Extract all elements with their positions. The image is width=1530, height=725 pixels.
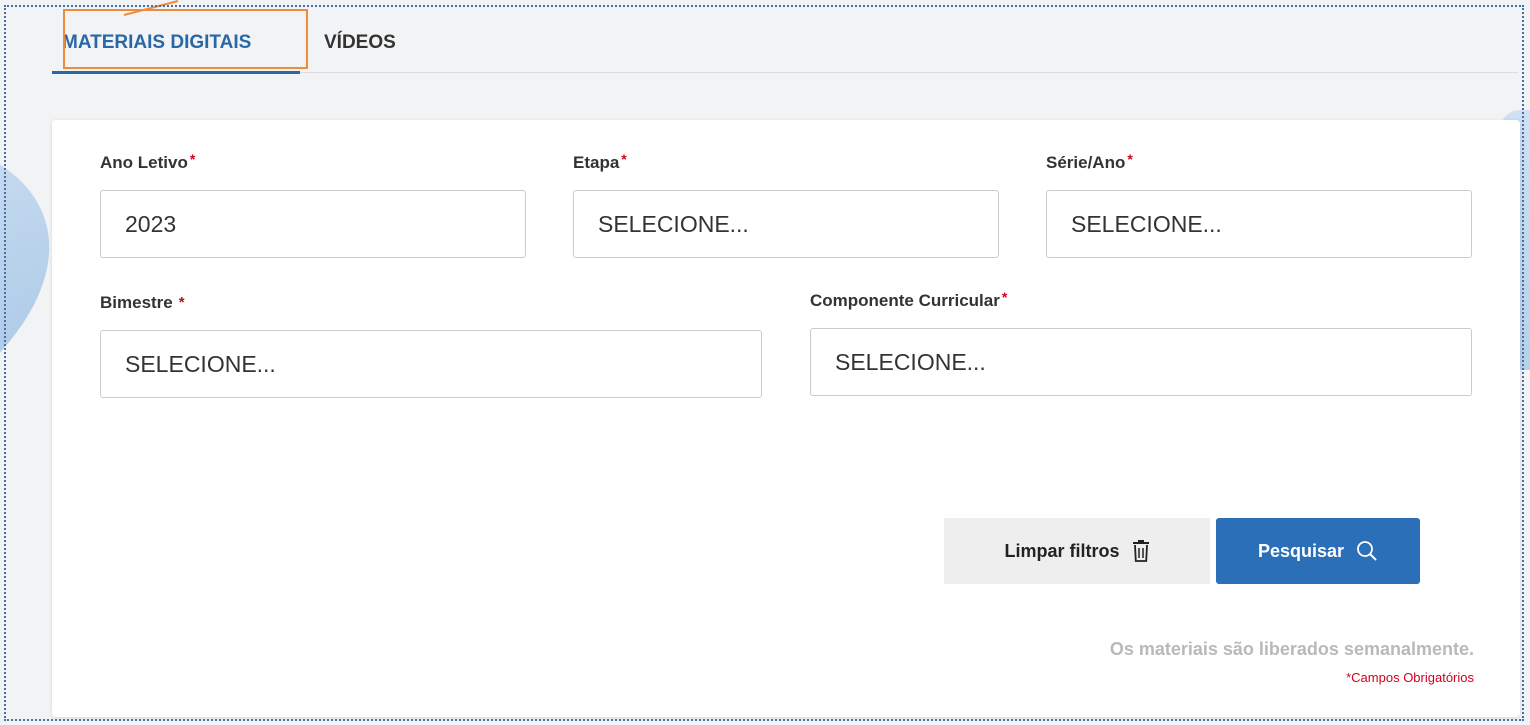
active-tab-indicator	[52, 71, 300, 74]
ano-letivo-label: Ano Letivo *	[100, 151, 196, 172]
tab-materiais-digitais[interactable]: MATERIAIS DIGITAIS	[52, 14, 300, 74]
tab-videos-label: VÍDEOS	[324, 32, 396, 53]
required-mark: *	[621, 151, 627, 167]
required-mark: *	[189, 151, 196, 167]
serie-ano-select[interactable]: SELECIONE...	[1046, 190, 1472, 258]
clear-filters-label: Limpar filtros	[1004, 540, 1120, 561]
serie-ano-label: Série/Ano *	[1046, 151, 1133, 172]
trash-icon	[1132, 540, 1149, 562]
search-button-label: Pesquisar	[1257, 540, 1345, 561]
etapa-select[interactable]: SELECIONE...	[573, 190, 999, 258]
componente-curricular-value: SELECIONE...	[835, 349, 986, 375]
componente-curricular-label: Componente Curricular *	[810, 289, 1008, 310]
tab-materiais-digitais-label: MATERIAIS DIGITAIS	[62, 32, 252, 53]
ano-letivo-select[interactable]: 2023	[100, 190, 526, 258]
required-mark: *	[1001, 289, 1008, 305]
required-mark: *	[178, 294, 185, 311]
required-mark: *	[1127, 151, 1133, 167]
weekly-release-note: Os materiais são liberados semanalmente.	[1109, 639, 1474, 659]
serie-ano-value: SELECIONE...	[1071, 211, 1222, 237]
bimestre-value: SELECIONE...	[125, 351, 276, 377]
search-icon	[1357, 541, 1377, 561]
etapa-value: SELECIONE...	[598, 211, 749, 237]
search-button[interactable]: Pesquisar	[1216, 518, 1420, 584]
tab-videos[interactable]: VÍDEOS	[324, 14, 424, 72]
etapa-label: Etapa *	[573, 151, 627, 172]
componente-curricular-select[interactable]: SELECIONE...	[810, 328, 1472, 396]
bimestre-label: Bimestre *	[100, 293, 185, 312]
required-fields-note: *Campos Obrigatórios	[1346, 670, 1474, 685]
annotation-arrow-icon	[123, 0, 179, 16]
filter-card: Ano Letivo * 2023 Etapa * SELECIONE... Sér…	[52, 120, 1520, 717]
ano-letivo-value: 2023	[125, 211, 177, 237]
clear-filters-button[interactable]: Limpar filtros	[944, 518, 1210, 584]
tab-bar: MATERIAIS DIGITAIS VÍDEOS	[52, 14, 1518, 74]
bimestre-select[interactable]: SELECIONE...	[100, 330, 762, 398]
